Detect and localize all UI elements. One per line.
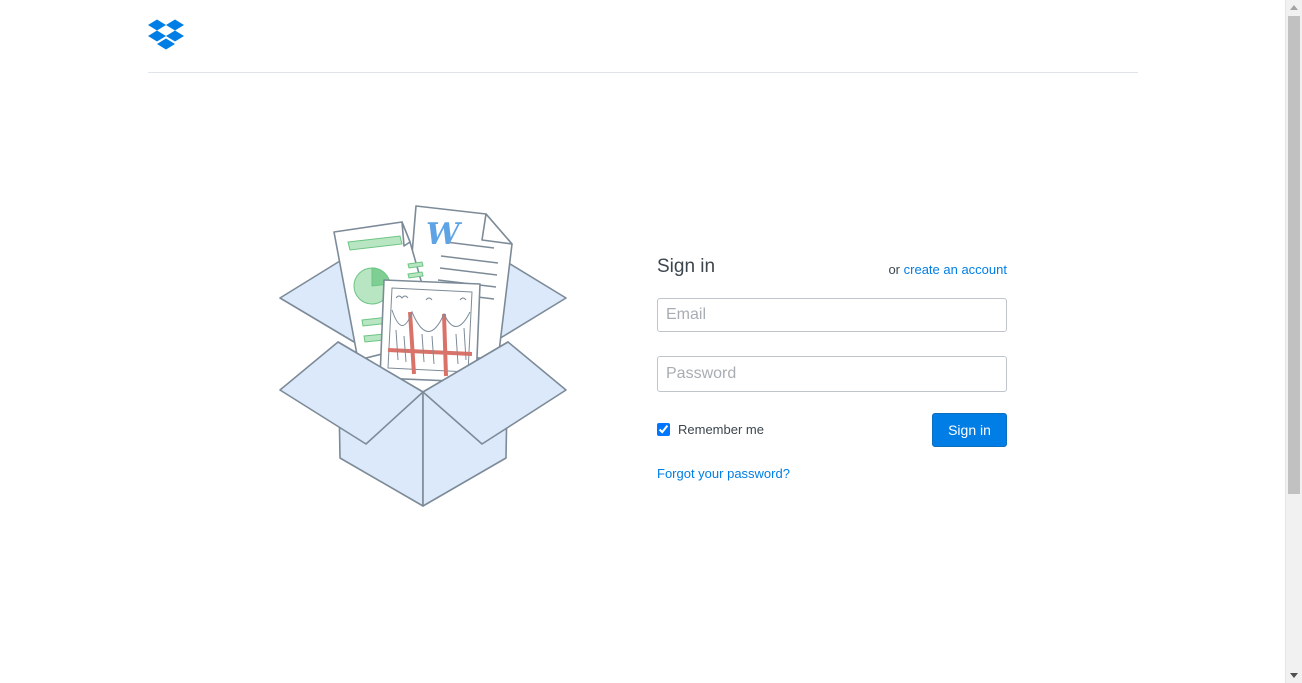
signin-title: Sign in: [657, 256, 716, 277]
create-account-link[interactable]: create an account: [904, 262, 1007, 277]
password-field[interactable]: [657, 356, 1007, 392]
page: W Sign in or create an account Email Rem…: [0, 0, 1302, 683]
header: [148, 0, 1138, 73]
signin-header: Sign in or create an account: [657, 254, 1007, 284]
remember-me-label: Remember me: [678, 422, 764, 437]
vertical-scrollbar[interactable]: [1285, 0, 1302, 683]
create-account-prefix: or: [888, 262, 901, 277]
remember-me-checkbox[interactable]: [657, 423, 670, 436]
word-doc-letter: W: [426, 217, 463, 252]
scrollbar-thumb[interactable]: [1288, 16, 1300, 494]
scroll-down-arrow-icon[interactable]: [1290, 673, 1298, 678]
scroll-up-arrow-icon[interactable]: [1290, 5, 1298, 10]
signin-form: Sign in or create an account Remember me…: [657, 254, 1007, 481]
dropbox-logo-icon[interactable]: [148, 18, 184, 52]
email-field[interactable]: [657, 298, 1007, 332]
signin-button[interactable]: Sign in: [932, 413, 1007, 447]
remember-me[interactable]: Remember me: [657, 422, 764, 437]
box-illustration: W: [279, 205, 567, 507]
forgot-password-link[interactable]: Forgot your password?: [657, 466, 790, 481]
create-account-prompt: or create an account: [888, 262, 1007, 277]
